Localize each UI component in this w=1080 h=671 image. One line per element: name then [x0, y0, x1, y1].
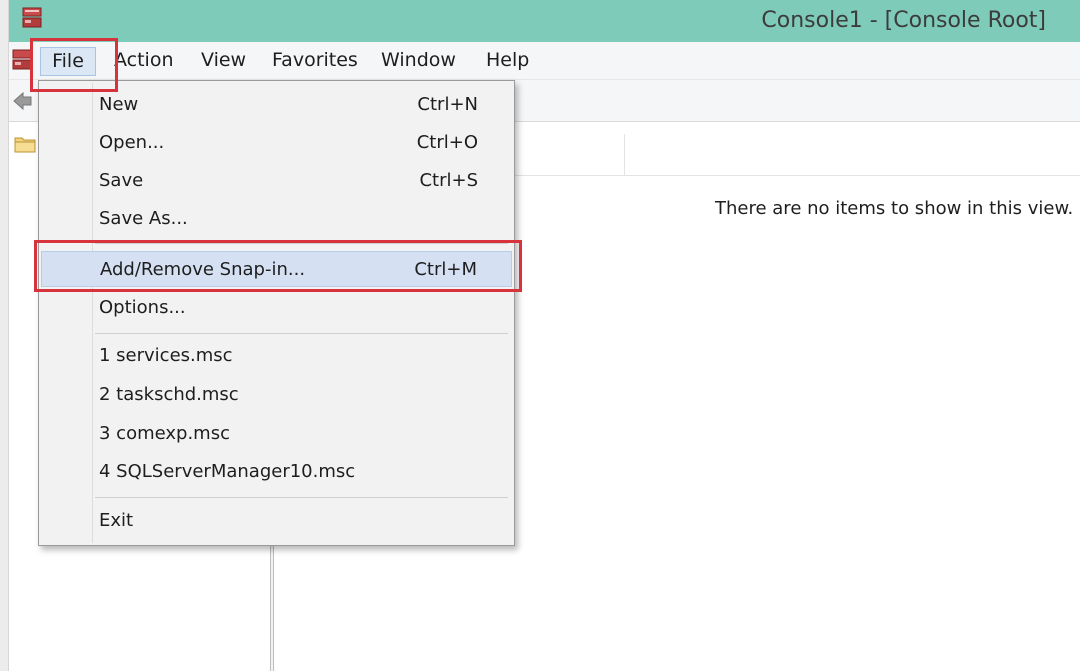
menu-item-label: Open... [99, 132, 165, 153]
mmc-console-icon[interactable] [21, 6, 43, 30]
menu-item-label: 2 taskschd.msc [99, 384, 239, 405]
menu-item-recent-2[interactable]: 2 taskschd.msc [41, 377, 512, 413]
menu-item-new[interactable]: New Ctrl+N [41, 87, 512, 123]
window-title: Console1 - [Console Root] [761, 8, 1046, 33]
menu-separator [95, 497, 508, 498]
back-arrow-icon[interactable] [12, 90, 32, 112]
menu-item-recent-4[interactable]: 4 SQLServerManager10.msc [41, 454, 512, 490]
menu-item-label: Options... [99, 297, 186, 318]
window-left-edge [0, 0, 9, 671]
menu-item-recent-3[interactable]: 3 comexp.msc [41, 416, 512, 452]
menu-item-save-as[interactable]: Save As... [41, 201, 512, 237]
empty-view-message: There are no items to show in this view. [715, 198, 1074, 219]
annotation-highlight-add-remove-snap-in [34, 240, 522, 292]
menu-item-shortcut: Ctrl+N [417, 94, 478, 115]
menu-item-label: 3 comexp.msc [99, 423, 230, 444]
menu-help[interactable]: Help [484, 49, 531, 71]
menu-item-recent-1[interactable]: 1 services.msc [41, 338, 512, 374]
annotation-highlight-file [30, 38, 118, 92]
menu-item-exit[interactable]: Exit [41, 503, 512, 539]
menu-item-label: New [99, 94, 139, 115]
column-divider[interactable] [624, 134, 625, 176]
menu-view[interactable]: View [199, 49, 248, 71]
menu-item-label: Save As... [99, 208, 188, 229]
menu-item-options[interactable]: Options... [41, 290, 512, 326]
menu-bar: File Action View Favorites Window Help [9, 42, 1080, 80]
menu-item-shortcut: Ctrl+S [419, 170, 478, 191]
file-menu-dropdown: New Ctrl+N Open... Ctrl+O Save Ctrl+S Sa… [38, 80, 515, 546]
title-bar: Console1 - [Console Root] [9, 0, 1080, 42]
menu-separator [95, 333, 508, 334]
menu-item-label: Exit [99, 510, 134, 531]
menu-item-label: 4 SQLServerManager10.msc [99, 461, 356, 482]
menu-item-label: Save [99, 170, 144, 191]
menu-item-label: 1 services.msc [99, 345, 233, 366]
menu-item-shortcut: Ctrl+O [416, 132, 478, 153]
menu-favorites[interactable]: Favorites [270, 49, 360, 71]
folder-icon[interactable] [14, 134, 36, 154]
menu-item-open[interactable]: Open... Ctrl+O [41, 125, 512, 161]
menu-item-save[interactable]: Save Ctrl+S [41, 163, 512, 199]
menu-action[interactable]: Action [112, 49, 176, 71]
menu-window[interactable]: Window [379, 49, 458, 71]
